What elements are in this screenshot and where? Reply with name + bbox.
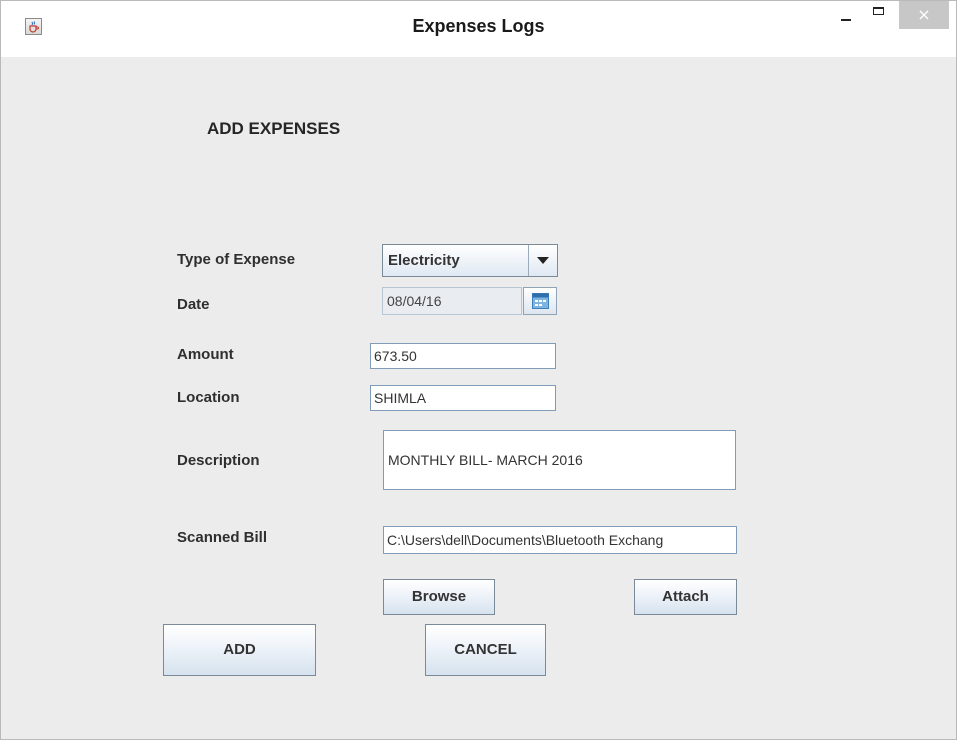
amount-label: Amount [177, 346, 234, 363]
title-bar[interactable]: Expenses Logs × [1, 1, 956, 57]
window-title: Expenses Logs [412, 16, 545, 36]
minimize-button[interactable] [831, 1, 861, 31]
form-heading: ADD EXPENSES [207, 119, 341, 138]
browse-button[interactable]: Browse [383, 579, 495, 615]
add-button[interactable]: ADD [163, 624, 316, 676]
close-button[interactable]: × [899, 1, 949, 29]
dropdown-arrow-button[interactable] [529, 245, 557, 276]
type-of-expense-label: Type of Expense [177, 251, 296, 268]
calendar-button[interactable] [523, 287, 557, 315]
location-label: Location [177, 389, 240, 406]
minimize-icon [841, 19, 851, 21]
type-of-expense-select[interactable]: Electricity [382, 244, 558, 277]
scanned-bill-label: Scanned Bill [177, 529, 268, 546]
amount-field[interactable]: 673.50 [370, 343, 556, 369]
location-field[interactable]: SHIMLA [370, 385, 556, 411]
date-field[interactable]: 08/04/16 [382, 287, 522, 315]
attach-button[interactable]: Attach [634, 579, 737, 615]
close-icon: × [917, 5, 931, 24]
type-of-expense-value: Electricity [388, 252, 460, 269]
chevron-down-icon [537, 257, 549, 264]
description-textarea[interactable]: MONTHLY BILL- MARCH 2016 [383, 430, 736, 490]
app-window: Expenses Logs × ADD EXPENSES Type of Exp… [0, 0, 957, 740]
cancel-button[interactable]: CANCEL [425, 624, 546, 676]
scanned-bill-path-field[interactable]: C:\Users\dell\Documents\Bluetooth Exchan… [383, 526, 737, 554]
calendar-icon [532, 293, 549, 309]
date-label: Date [177, 296, 210, 313]
description-label: Description [177, 452, 260, 469]
maximize-icon [873, 7, 884, 15]
maximize-button[interactable] [865, 1, 895, 31]
